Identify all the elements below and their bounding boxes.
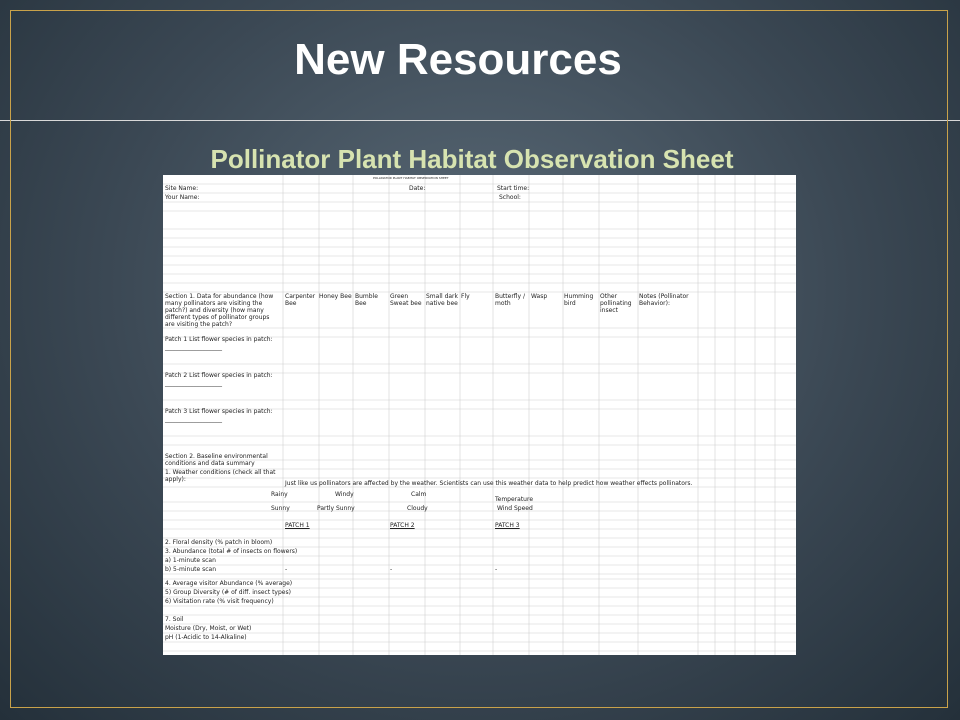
patch2-header: PATCH 2: [390, 522, 415, 529]
col-honey-bee: Honey Bee: [319, 293, 352, 300]
abundance-label: 3. Abundance (total # of insects on flow…: [165, 548, 298, 555]
one-minute-scan-label: a) 1-minute scan: [165, 557, 216, 564]
patch3-label: Patch 3 List flower species in patch:: [165, 408, 273, 415]
calm-label: Calm: [411, 491, 427, 498]
col-wasp: Wasp: [531, 293, 548, 300]
patch2-label: Patch 2 List flower species in patch:: [165, 372, 273, 379]
patch2-dash: -: [390, 566, 393, 573]
cloudy-label: Cloudy: [407, 505, 428, 512]
moisture-label: Moisture (Dry, Moist, or Wet): [165, 625, 252, 632]
weather-question: 1. Weather conditions (check all that ap…: [165, 469, 276, 483]
your-name-label: Your Name:: [165, 194, 200, 201]
rainy-label: Rainy: [271, 491, 288, 498]
soil-label: 7. Soil: [165, 616, 184, 623]
patch3-blank: ___________________: [165, 416, 222, 423]
patch1-blank: ___________________: [165, 344, 222, 351]
section2-heading: Section 2. Baseline environmental condit…: [165, 453, 268, 467]
col-butterfly-moth: Butterfly / moth: [495, 293, 526, 307]
date-label: Date:: [409, 185, 426, 192]
patch1-header: PATCH 1: [285, 522, 310, 529]
start-time-label: Start time:: [497, 185, 530, 192]
col-notes: Notes (Pollinator Behavior):: [639, 293, 689, 307]
group-diversity-label: 5) Group Diversity (# of diff. insect ty…: [165, 589, 291, 596]
observation-sheet: POLLINATOR PLANT HABITAT OBSERVATION SHE…: [163, 175, 796, 655]
col-other-insect: Other pollinating insect: [600, 293, 632, 314]
patch1-dash: -: [285, 566, 288, 573]
visitation-rate-label: 6) Visitation rate (% visit frequency): [165, 598, 274, 605]
school-label: School:: [499, 194, 521, 201]
patch1-label: Patch 1 List flower species in patch:: [165, 336, 273, 343]
slide-title: New Resources: [294, 35, 622, 84]
col-small-dark-native-bee: Small dark native bee: [426, 293, 458, 307]
floral-density-label: 2. Floral density (% patch in bloom): [165, 539, 273, 546]
col-fly: Fly: [461, 293, 470, 300]
section1-heading: Section 1. Data for abundance (how many …: [165, 293, 274, 328]
weather-note: Just like us pollinators are affected by…: [285, 480, 693, 487]
avg-visitor-abundance-label: 4. Average visitor Abundance (% average): [165, 580, 293, 587]
sunny-label: Sunny: [271, 505, 290, 512]
col-green-sweat-bee: Green Sweat bee: [390, 293, 422, 307]
windy-label: Windy: [335, 491, 354, 498]
five-minute-scan-label: b) 5-minute scan: [165, 566, 217, 573]
site-name-label: Site Name:: [165, 185, 199, 192]
partly-sunny-label: Partly Sunny: [317, 505, 355, 512]
col-carpenter-bee: Carpenter Bee: [285, 293, 316, 307]
ph-label: pH (1-Acidic to 14-Alkaline): [165, 634, 247, 641]
slide-subtitle: Pollinator Plant Habitat Observation She…: [210, 144, 734, 174]
col-bumble-bee: Bumble Bee: [355, 293, 378, 307]
temperature-label: Temperature: [495, 496, 534, 503]
patch2-blank: ___________________: [165, 380, 222, 387]
col-hummingbird: Humming bird: [564, 293, 594, 307]
sheet-header-note: POLLINATOR PLANT HABITAT OBSERVATION SHE…: [373, 176, 449, 180]
patch3-header: PATCH 3: [495, 522, 520, 529]
patch3-dash: -: [495, 566, 498, 573]
wind-speed-label: Wind Speed: [497, 505, 533, 512]
